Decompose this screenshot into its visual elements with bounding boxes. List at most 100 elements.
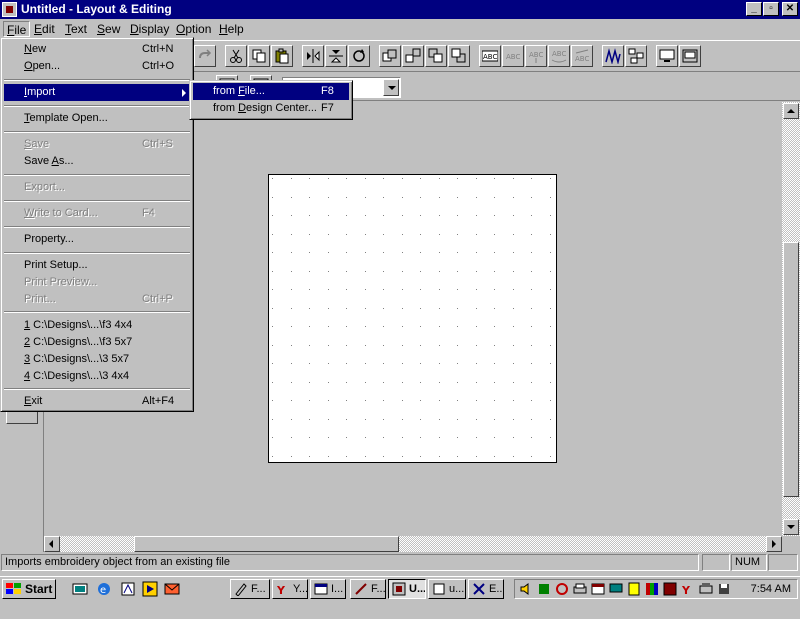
volume-icon[interactable] bbox=[519, 582, 533, 596]
stitch-fill-icon[interactable] bbox=[602, 45, 624, 67]
text-path-icon[interactable]: ABC bbox=[548, 45, 570, 67]
app-icon[interactable] bbox=[2, 2, 17, 17]
menu-import-from-file[interactable]: from File... F8 bbox=[193, 83, 349, 100]
color-bars-icon[interactable] bbox=[645, 582, 659, 596]
yahoo-messenger-icon[interactable]: Y bbox=[681, 582, 695, 596]
disk-icon[interactable] bbox=[717, 582, 731, 596]
vertical-scroll-thumb[interactable] bbox=[783, 242, 799, 497]
layout-grid-icon[interactable] bbox=[625, 45, 647, 67]
internet-explorer-icon[interactable]: e bbox=[96, 581, 112, 597]
grid-dot bbox=[457, 419, 458, 420]
horizontal-scroll-thumb[interactable] bbox=[134, 536, 399, 552]
send-back-icon[interactable] bbox=[448, 45, 470, 67]
text-arc-icon[interactable]: ABC bbox=[502, 45, 524, 67]
scroll-down-button[interactable] bbox=[783, 519, 799, 535]
grid-dot bbox=[439, 326, 440, 327]
menu-import[interactable]: Import bbox=[4, 84, 190, 101]
display-settings-icon[interactable] bbox=[609, 582, 623, 596]
card-write-icon[interactable] bbox=[679, 45, 701, 67]
media-player-icon[interactable] bbox=[142, 581, 158, 597]
menu-print[interactable]: Print... Ctrl+P bbox=[4, 291, 190, 308]
import-submenu: from File... F8 from Design Center... F7 bbox=[189, 80, 353, 120]
menu-option[interactable]: Option bbox=[173, 21, 214, 37]
grid-dot bbox=[513, 363, 514, 364]
menu-property[interactable]: Property... bbox=[4, 231, 190, 248]
menu-text[interactable]: Text bbox=[62, 21, 90, 37]
menu-print-setup[interactable]: Print Setup... bbox=[4, 257, 190, 274]
printer-icon[interactable] bbox=[573, 582, 587, 596]
redo-icon[interactable] bbox=[194, 45, 216, 67]
channels-icon[interactable] bbox=[120, 581, 136, 597]
grid-dot bbox=[365, 271, 366, 272]
desktop-icon[interactable] bbox=[72, 581, 88, 597]
text-spread-icon[interactable]: ABC bbox=[571, 45, 593, 67]
menu-open[interactable]: Open... Ctrl+O bbox=[4, 58, 190, 75]
menu-recent-file[interactable]: 4 C:\Designs\...\3 4x4 bbox=[4, 368, 190, 385]
chevron-down-icon[interactable] bbox=[383, 79, 399, 96]
ungroup-icon[interactable] bbox=[402, 45, 424, 67]
menu-template-open[interactable]: Template Open... bbox=[4, 110, 190, 127]
mirror-horizontal-icon[interactable] bbox=[302, 45, 324, 67]
menu-export[interactable]: Export... bbox=[4, 179, 190, 196]
menu-recent-file[interactable]: 1 C:\Designs\...\f3 4x4 bbox=[4, 317, 190, 334]
mirror-vertical-icon[interactable] bbox=[325, 45, 347, 67]
taskbar-task[interactable]: I... bbox=[310, 579, 346, 599]
copy-icon[interactable] bbox=[248, 45, 270, 67]
monitor-icon[interactable] bbox=[656, 45, 678, 67]
menu-import-from-design-center[interactable]: from Design Center... F7 bbox=[193, 100, 349, 117]
group-icon[interactable] bbox=[379, 45, 401, 67]
taskbar-task[interactable]: F... bbox=[350, 579, 386, 599]
taskbar-task[interactable]: E... bbox=[468, 579, 504, 599]
menu-help[interactable]: Help bbox=[216, 21, 247, 37]
menu-write-to-card[interactable]: Write to Card... F4 bbox=[4, 205, 190, 222]
grid-dot bbox=[328, 308, 329, 309]
taskbar-task-active[interactable]: U... bbox=[388, 579, 426, 599]
scroll-right-button[interactable] bbox=[766, 536, 782, 552]
cut-icon[interactable] bbox=[225, 45, 247, 67]
menu-recent-file[interactable]: 3 C:\Designs\...\3 5x7 bbox=[4, 351, 190, 368]
text-vertical-icon[interactable]: ABC bbox=[525, 45, 547, 67]
scheduler-icon[interactable] bbox=[591, 582, 605, 596]
close-button[interactable]: ✕ bbox=[782, 2, 798, 16]
network-icon[interactable] bbox=[537, 582, 551, 596]
menu-display[interactable]: Display bbox=[127, 21, 172, 37]
text-abc-icon[interactable]: ABC bbox=[479, 45, 501, 67]
taskbar-task[interactable]: Y Y... bbox=[272, 579, 308, 599]
taskbar-task[interactable]: u... bbox=[428, 579, 466, 599]
menu-sew[interactable]: Sew bbox=[94, 21, 123, 37]
menu-new[interactable]: New Ctrl+N bbox=[4, 41, 190, 58]
grid-dot bbox=[309, 400, 310, 401]
grid-dot bbox=[531, 289, 532, 290]
title-bar[interactable]: Untitled - Layout & Editing _ ▫ ✕ bbox=[0, 0, 800, 19]
menu-edit[interactable]: Edit bbox=[31, 21, 58, 37]
antivirus-icon[interactable] bbox=[663, 582, 677, 596]
menu-file[interactable]: File bbox=[3, 21, 31, 37]
menu-print-preview[interactable]: Print Preview... bbox=[4, 274, 190, 291]
menu-save-as[interactable]: Save As... bbox=[4, 153, 190, 170]
mail-icon[interactable] bbox=[164, 581, 180, 597]
paste-icon[interactable] bbox=[271, 45, 293, 67]
menu-exit[interactable]: Exit Alt+F4 bbox=[4, 393, 190, 410]
taskbar-task[interactable]: F... bbox=[230, 579, 270, 599]
menu-recent-file[interactable]: 2 C:\Designs\...\f3 5x7 bbox=[4, 334, 190, 351]
bring-front-icon[interactable] bbox=[425, 45, 447, 67]
embroidery-hoop-canvas[interactable] bbox=[268, 174, 557, 463]
grid-dot bbox=[272, 363, 273, 364]
grid-dot bbox=[457, 456, 458, 457]
restore-button[interactable]: ▫ bbox=[763, 2, 779, 16]
scanner-icon[interactable] bbox=[699, 582, 713, 596]
scroll-left-button[interactable] bbox=[44, 536, 60, 552]
menu-separator bbox=[4, 131, 190, 133]
grid-dot bbox=[309, 234, 310, 235]
task-monitor-icon[interactable] bbox=[627, 582, 641, 596]
minimize-button[interactable]: _ bbox=[746, 2, 762, 16]
menu-save[interactable]: Save Ctrl+S bbox=[4, 136, 190, 153]
taskbar-clock[interactable]: 7:54 AM bbox=[751, 582, 791, 596]
horizontal-scrollbar[interactable] bbox=[44, 536, 782, 552]
start-button[interactable]: Start bbox=[2, 579, 56, 599]
scroll-up-button[interactable] bbox=[783, 103, 799, 119]
vertical-scrollbar[interactable] bbox=[782, 102, 800, 536]
quicktime-icon[interactable] bbox=[555, 582, 569, 596]
rotate-icon[interactable] bbox=[348, 45, 370, 67]
grid-dot bbox=[346, 400, 347, 401]
